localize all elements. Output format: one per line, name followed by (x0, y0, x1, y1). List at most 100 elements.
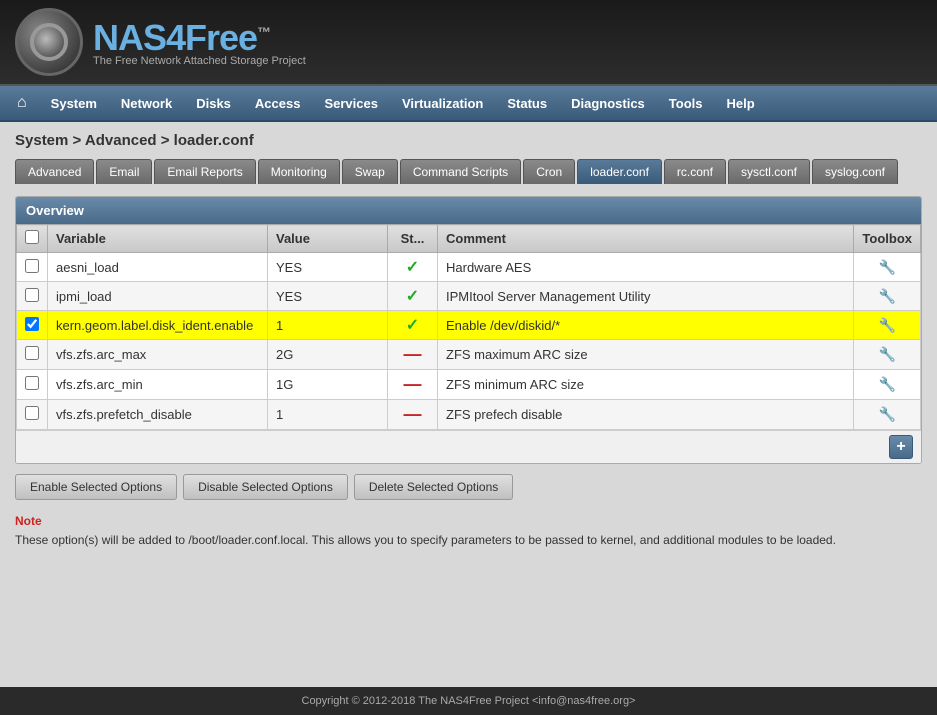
status-dash-icon: — (404, 404, 422, 424)
enable-selected-button[interactable]: Enable Selected Options (15, 474, 177, 500)
breadcrumb: System > Advanced > loader.conf (15, 132, 922, 149)
value-cell: YES (268, 282, 388, 311)
nav-status[interactable]: Status (495, 89, 559, 118)
col-value: Value (268, 225, 388, 253)
note-label: Note (15, 514, 922, 528)
logo-text: NAS4Free™ The Free Network Attached Stor… (93, 17, 306, 67)
tab-cron[interactable]: Cron (523, 159, 575, 184)
table-row: vfs.zfs.prefetch_disable 1 — ZFS prefech… (17, 400, 921, 430)
row-checkbox-cell (17, 370, 48, 400)
table-row: vfs.zfs.arc_max 2G — ZFS maximum ARC siz… (17, 340, 921, 370)
toolbox-cell: 🔧 (854, 282, 921, 311)
row-checkbox-cell (17, 253, 48, 282)
edit-tool-icon[interactable]: 🔧 (878, 259, 895, 275)
add-button-row: + (16, 430, 921, 463)
status-cell: ✓ (388, 253, 438, 282)
nav-diagnostics[interactable]: Diagnostics (559, 89, 657, 118)
tab-loader-conf[interactable]: loader.conf (577, 159, 662, 184)
toolbox-cell: 🔧 (854, 340, 921, 370)
status-ok-icon: ✓ (406, 317, 419, 334)
note-text: These option(s) will be added to /boot/l… (15, 531, 922, 549)
value-cell: YES (268, 253, 388, 282)
row-checkbox[interactable] (25, 376, 39, 390)
logo-icon (15, 8, 83, 76)
nav-access[interactable]: Access (243, 89, 313, 118)
table-row: ipmi_load YES ✓ IPMItool Server Manageme… (17, 282, 921, 311)
tab-rc-conf[interactable]: rc.conf (664, 159, 726, 184)
comment-cell: ZFS prefech disable (438, 400, 854, 430)
col-toolbox: Toolbox (854, 225, 921, 253)
comment-cell: ZFS minimum ARC size (438, 370, 854, 400)
col-check (17, 225, 48, 253)
variable-cell: vfs.zfs.arc_min (48, 370, 268, 400)
value-cell: 2G (268, 340, 388, 370)
action-buttons: Enable Selected Options Disable Selected… (15, 474, 922, 500)
logo-title: NAS4Free™ (93, 17, 306, 59)
logo-area: NAS4Free™ The Free Network Attached Stor… (15, 8, 306, 76)
value-cell: 1G (268, 370, 388, 400)
edit-tool-icon[interactable]: 🔧 (878, 376, 895, 392)
toolbox-cell: 🔧 (854, 253, 921, 282)
tab-advanced[interactable]: Advanced (15, 159, 94, 184)
row-checkbox[interactable] (25, 288, 39, 302)
tab-syslog-conf[interactable]: syslog.conf (812, 159, 898, 184)
note-section: Note These option(s) will be added to /b… (15, 514, 922, 549)
variable-cell: ipmi_load (48, 282, 268, 311)
table-row: aesni_load YES ✓ Hardware AES 🔧 (17, 253, 921, 282)
tab-swap[interactable]: Swap (342, 159, 398, 184)
edit-tool-icon[interactable]: 🔧 (878, 346, 895, 362)
tab-monitoring[interactable]: Monitoring (258, 159, 340, 184)
options-table: Variable Value St... Comment Toolbox aes… (16, 224, 921, 430)
comment-cell: Enable /dev/diskid/* (438, 311, 854, 340)
logo-name: NAS4Free (93, 17, 257, 58)
variable-cell: vfs.zfs.arc_max (48, 340, 268, 370)
tab-command-scripts[interactable]: Command Scripts (400, 159, 521, 184)
table-row: vfs.zfs.arc_min 1G — ZFS minimum ARC siz… (17, 370, 921, 400)
status-cell: — (388, 340, 438, 370)
status-dash-icon: — (404, 374, 422, 394)
add-row-button[interactable]: + (889, 435, 913, 459)
nav-home[interactable]: ⌂ (5, 87, 39, 119)
disable-selected-button[interactable]: Disable Selected Options (183, 474, 348, 500)
row-checkbox[interactable] (25, 259, 39, 273)
footer: Copyright © 2012-2018 The NAS4Free Proje… (0, 687, 937, 715)
variable-cell: kern.geom.label.disk_ident.enable (48, 311, 268, 340)
nav-network[interactable]: Network (109, 89, 184, 118)
content-area: System > Advanced > loader.conf Advanced… (0, 122, 937, 687)
delete-selected-button[interactable]: Delete Selected Options (354, 474, 513, 500)
nav-virtualization[interactable]: Virtualization (390, 89, 495, 118)
row-checkbox[interactable] (25, 406, 39, 420)
edit-tool-icon[interactable]: 🔧 (878, 406, 895, 422)
comment-cell: ZFS maximum ARC size (438, 340, 854, 370)
nav-disks[interactable]: Disks (184, 89, 243, 118)
row-checkbox[interactable] (25, 346, 39, 360)
status-ok-icon: ✓ (406, 288, 419, 305)
row-checkbox-cell (17, 311, 48, 340)
toolbox-cell: 🔧 (854, 400, 921, 430)
tab-sysctl-conf[interactable]: sysctl.conf (728, 159, 810, 184)
edit-tool-icon[interactable]: 🔧 (878, 288, 895, 304)
status-dash-icon: — (404, 344, 422, 364)
status-cell: — (388, 370, 438, 400)
nav-system[interactable]: System (39, 89, 109, 118)
variable-cell: aesni_load (48, 253, 268, 282)
toolbox-cell: 🔧 (854, 311, 921, 340)
tab-email-reports[interactable]: Email Reports (154, 159, 255, 184)
comment-cell: Hardware AES (438, 253, 854, 282)
tab-email[interactable]: Email (96, 159, 152, 184)
nav-services[interactable]: Services (312, 89, 390, 118)
nav-help[interactable]: Help (714, 89, 766, 118)
row-checkbox-cell (17, 400, 48, 430)
value-cell: 1 (268, 311, 388, 340)
col-status: St... (388, 225, 438, 253)
row-checkbox[interactable] (25, 317, 39, 331)
nav-tools[interactable]: Tools (657, 89, 715, 118)
value-cell: 1 (268, 400, 388, 430)
edit-tool-icon[interactable]: 🔧 (878, 317, 895, 333)
footer-text: Copyright © 2012-2018 The NAS4Free Proje… (302, 695, 636, 707)
status-cell: — (388, 400, 438, 430)
select-all-checkbox[interactable] (25, 230, 39, 244)
overview-header: Overview (16, 197, 921, 224)
logo-tm: ™ (257, 24, 270, 40)
logo-subtitle: The Free Network Attached Storage Projec… (93, 55, 306, 67)
